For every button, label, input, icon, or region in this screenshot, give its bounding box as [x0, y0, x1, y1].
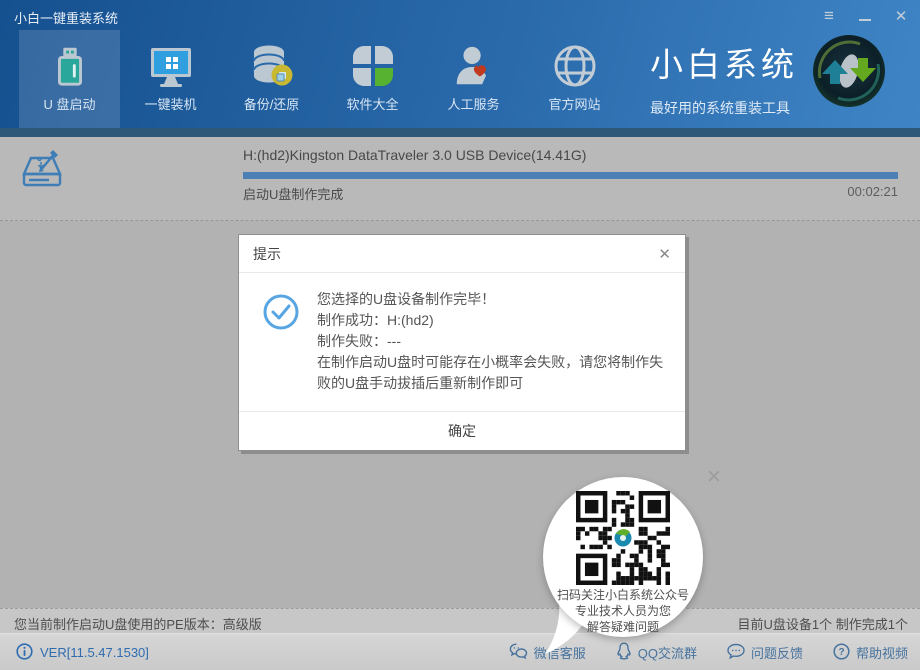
- menu-icon[interactable]: ≡: [818, 6, 840, 26]
- usb-device-label: H:(hd2)Kingston DataTraveler 3.0 USB Dev…: [243, 147, 586, 163]
- support-icon: [449, 40, 499, 92]
- nav-item-one-click-install[interactable]: 一键装机: [120, 30, 221, 128]
- qr-code: [576, 491, 670, 585]
- nav-label: 一键装机: [144, 94, 196, 113]
- qr-bubble-line: 扫码关注小白系统公众号: [543, 587, 703, 603]
- drive-write-icon: [16, 140, 68, 201]
- website-globe-icon: [550, 40, 600, 92]
- nav-label: 人工服务: [447, 94, 499, 113]
- usb-count-text: 目前U盘设备1个 制作完成1个: [738, 614, 908, 633]
- monitor-icon: [146, 40, 196, 92]
- footer-link-qq[interactable]: QQ交流群: [616, 642, 697, 663]
- footer-link-help[interactable]: ? 帮助视频: [833, 643, 908, 663]
- dialog-line: 制作失败：---: [317, 331, 669, 352]
- elapsed-timer: 00:02:21: [847, 184, 898, 199]
- pe-version-text: 您当前制作启动U盘使用的PE版本：高级版: [14, 614, 262, 633]
- brand-name: 小白系统: [650, 38, 810, 86]
- brand-logo-icon: [810, 32, 888, 110]
- nav-item-usb-boot[interactable]: U 盘启动: [19, 30, 120, 128]
- dialog-close-icon[interactable]: ✕: [658, 245, 671, 263]
- software-icon: [348, 40, 398, 92]
- nav-item-website[interactable]: 官方网站: [524, 30, 625, 128]
- backup-restore-icon: [247, 40, 297, 92]
- help-icon: ?: [833, 643, 850, 663]
- nav-item-software[interactable]: 软件大全: [322, 30, 423, 128]
- ok-button[interactable]: 确定: [418, 417, 506, 445]
- svg-text:?: ?: [838, 647, 844, 658]
- nav-label: 官方网站: [548, 94, 600, 113]
- qr-bubble: 扫码关注小白系统公众号 专业技术人员为您 解答疑难问题: [543, 477, 703, 637]
- progress-bar: [243, 172, 898, 179]
- footer-link-label: 帮助视频: [856, 643, 908, 662]
- qr-bubble-line: 解答疑难问题: [543, 619, 703, 635]
- dialog-body: 您选择的U盘设备制作完毕！ 制作成功：H:(hd2) 制作失败：--- 在制作启…: [239, 273, 685, 411]
- feedback-icon: [727, 643, 745, 663]
- window-title: 小白一键重装系统: [14, 8, 118, 27]
- header: 小白一键重装系统 ≡ ✕ U 盘启动: [0, 0, 920, 128]
- dialog-titlebar: 提示 ✕: [239, 235, 685, 273]
- nav-item-support[interactable]: 人工服务: [423, 30, 524, 128]
- qq-icon: [616, 642, 632, 663]
- nav-item-backup-restore[interactable]: 备份/还原: [221, 30, 322, 128]
- close-icon[interactable]: ✕: [890, 6, 912, 26]
- version-group[interactable]: VER[11.5.47.1530]: [16, 634, 149, 670]
- nav-label: U 盘启动: [43, 94, 95, 113]
- brand-tagline: 最好用的系统重装工具: [650, 98, 810, 118]
- footer-bar: VER[11.5.47.1530] 微信客服: [0, 633, 920, 670]
- window-controls: ≡ ✕: [818, 6, 912, 26]
- main-nav: U 盘启动 一键装机: [19, 30, 625, 128]
- qr-bubble-text: 扫码关注小白系统公众号 专业技术人员为您 解答疑难问题: [543, 587, 703, 635]
- dialog-line: 制作成功：H:(hd2): [317, 310, 669, 331]
- dashed-divider: [0, 220, 920, 221]
- progress-bar-fill: [243, 172, 898, 179]
- qr-bubble-line: 专业技术人员为您: [543, 603, 703, 619]
- info-icon: [16, 643, 33, 663]
- app-window: 小白一键重装系统 ≡ ✕ U 盘启动: [0, 0, 920, 670]
- minimize-icon[interactable]: [854, 6, 876, 26]
- footer-link-label: 问题反馈: [751, 643, 803, 662]
- brand: 小白系统 最好用的系统重装工具: [650, 38, 810, 118]
- footer-link-label: QQ交流群: [638, 643, 697, 662]
- header-divider: [0, 128, 920, 137]
- footer-link-feedback[interactable]: 问题反馈: [727, 643, 803, 663]
- usb-drive-icon: [45, 40, 95, 92]
- wechat-icon: [509, 643, 528, 663]
- nav-label: 软件大全: [346, 94, 398, 113]
- success-check-icon: [262, 293, 300, 336]
- dialog-footer[interactable]: 确定: [239, 411, 685, 450]
- dialog-line: 在制作启动U盘时可能存在小概率会失败，请您将制作失败的U盘手动拔插后重新制作即可: [317, 352, 669, 394]
- version-text: VER[11.5.47.1530]: [40, 645, 149, 660]
- status-strip: 您当前制作启动U盘使用的PE版本：高级版 目前U盘设备1个 制作完成1个: [0, 608, 920, 634]
- progress-status: 启动U盘制作完成: [243, 184, 343, 203]
- dialog-line: 您选择的U盘设备制作完毕！: [317, 289, 669, 310]
- dialog-title: 提示: [253, 244, 281, 264]
- nav-label: 备份/还原: [244, 94, 300, 113]
- bubble-close-icon[interactable]: ✕: [706, 466, 722, 489]
- progress-section: H:(hd2)Kingston DataTraveler 3.0 USB Dev…: [0, 137, 920, 221]
- result-dialog: 提示 ✕ 您选择的U盘设备制作完毕！ 制作成功：H:(hd2) 制作失败：---…: [238, 234, 686, 451]
- dialog-message: 您选择的U盘设备制作完毕！ 制作成功：H:(hd2) 制作失败：--- 在制作启…: [317, 289, 669, 394]
